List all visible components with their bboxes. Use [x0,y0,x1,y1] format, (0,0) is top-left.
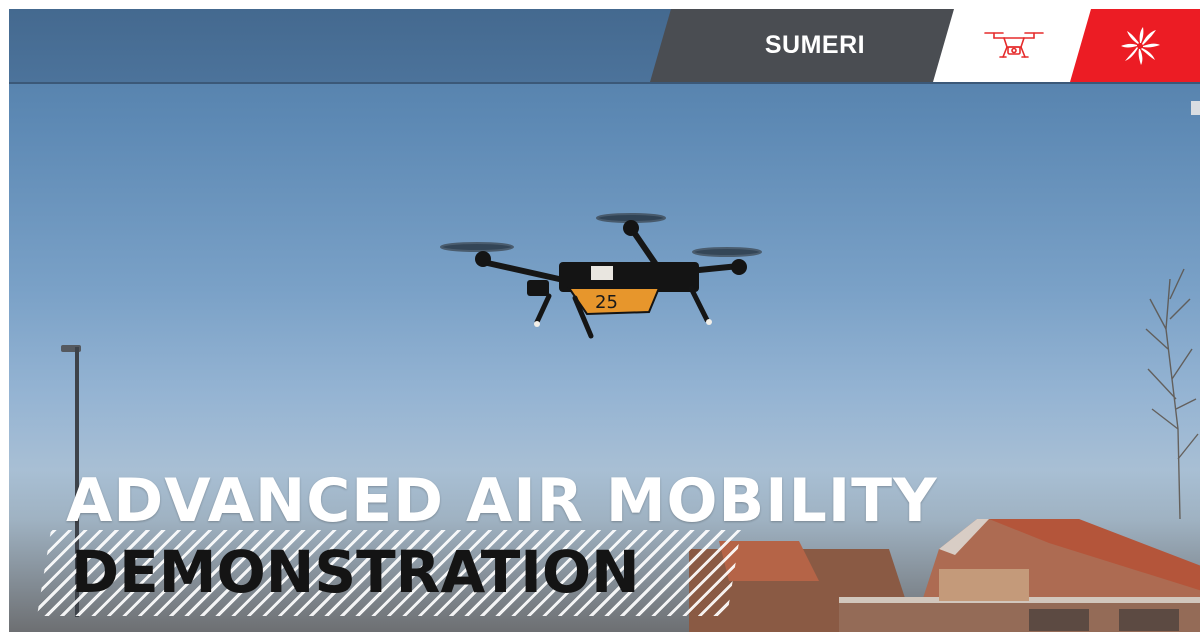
drone-photo: 25 [440,213,762,339]
drone-logo-banner [933,9,1095,82]
partner-burst-logo [1121,26,1160,65]
hero-image: SUMERI 25 ADVANCED AIR MOBILITY DEMONSTR… [9,9,1200,632]
edge-marker [1191,101,1200,115]
headline-line-2: DEMONSTRATION [71,538,640,606]
drone-icon [981,27,1047,65]
brand-banner: SUMERI [650,9,980,82]
brand-label: SUMERI [764,31,866,59]
headline-line-1: ADVANCED AIR MOBILITY [66,466,938,536]
bare-tree [1145,268,1199,519]
partner-logo-banner [1070,9,1200,82]
drone-marking: 25 [595,292,618,313]
